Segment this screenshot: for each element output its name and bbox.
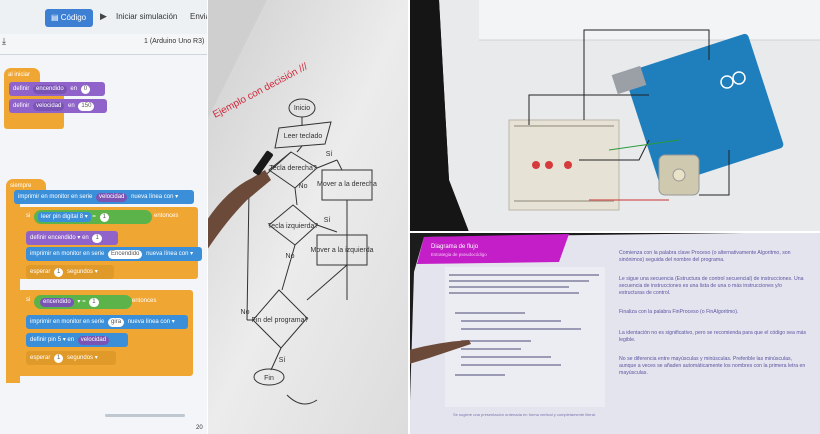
editor-toolbar: ▤ Código ▶ Iniciar simulación Envia <box>0 0 207 35</box>
set-pin-block[interactable]: definir pin 5 ▾ en velocidad <box>26 333 128 347</box>
slide-footer: Se sugiere una presentación ordenada en … <box>453 412 596 417</box>
wait-block[interactable]: esperar 1 segundos ▾ <box>26 265 114 279</box>
no-label: No <box>299 183 308 190</box>
note-text: Le sigue una secuencia (Estructura de co… <box>619 276 804 296</box>
print-block[interactable]: imprimir en monitor en serie velocidad n… <box>14 190 194 204</box>
yes-label: Sí <box>326 151 333 158</box>
set-block[interactable]: definir encendido ▾ en 1 <box>26 231 118 245</box>
download-icon[interactable]: ⤓ <box>2 36 6 47</box>
decision-left-label: Tecla izquierda? <box>268 223 319 230</box>
wait-block[interactable]: esperar 1 segundos ▾ <box>26 351 116 365</box>
set-block[interactable]: definir encendido en 0 <box>9 82 105 96</box>
slide-notes: Comienza con la palabra clave Proceso (o… <box>619 250 809 377</box>
board-select[interactable]: 1 (Arduino Uno R3) <box>144 38 204 45</box>
divider <box>408 0 410 434</box>
decision-end-label: Fin del programa? <box>252 317 309 324</box>
arduino-circuit-panel <box>409 0 820 232</box>
divider <box>409 231 820 233</box>
print-block[interactable]: imprimir en monitor en serie Encendido n… <box>26 247 202 261</box>
compare-block[interactable]: encendido ▾ = 1 <box>34 295 132 309</box>
send-button[interactable]: Envia <box>190 12 207 21</box>
circuit-diagram <box>409 0 820 232</box>
no-label: No <box>241 309 250 316</box>
read-label: Leer teclado <box>284 133 323 140</box>
start-label: Inicio <box>294 105 310 112</box>
left-label: Mover a la izquierda <box>310 247 373 254</box>
divider <box>207 0 208 434</box>
compare-block[interactable]: leer pin digital 8 ▾ = 1 <box>34 210 152 224</box>
no-label: No <box>286 253 295 260</box>
decision-right-label: Tecla derecha? <box>269 165 317 172</box>
flowchart-panel: Ejemplo con decisión /// Inicio Leer tec… <box>207 0 409 434</box>
tinkercad-code-panel: ▤ Código ▶ Iniciar simulación Envia ⤓ 1 … <box>0 0 207 434</box>
blocks-workspace[interactable]: al iniciar definir encendido en 0 defini… <box>0 55 207 434</box>
print-block[interactable]: imprimir en monitor en serie gira nueva … <box>26 315 188 329</box>
slide-subtitle: Estrategia de pseudocódigo <box>431 252 487 257</box>
note-text: Finaliza con la palabra FinProceso (o Fi… <box>619 309 739 315</box>
slide-title: Diagrama de flujo <box>431 244 479 250</box>
note-text: Comienza con la palabra clave Proceso (o… <box>619 250 791 263</box>
horizontal-scrollbar[interactable] <box>105 414 185 417</box>
page-number: 20 <box>196 425 203 431</box>
note-text: No se diferencia entre mayúsculas y minú… <box>619 356 806 376</box>
simulate-button[interactable]: Iniciar simulación <box>116 12 177 21</box>
yes-label: Sí <box>279 357 286 364</box>
play-icon[interactable]: ▶ <box>100 11 107 22</box>
code-icon: ▤ <box>51 13 61 22</box>
flowchart-diagram: Ejemplo con decisión /// Inicio Leer tec… <box>207 0 409 434</box>
set-block[interactable]: definir velocidad en 150 <box>9 99 107 113</box>
end-label: Fin <box>264 375 274 382</box>
right-label: Mover a la derecha <box>317 181 377 188</box>
pseudocode-slide-panel: Diagrama de flujo Estrategia de pseudocó… <box>409 232 820 434</box>
code-button[interactable]: ▤ Código <box>45 9 93 27</box>
note-text: La identación no es significativo, pero … <box>619 330 807 343</box>
yes-label: Sí <box>324 217 331 224</box>
